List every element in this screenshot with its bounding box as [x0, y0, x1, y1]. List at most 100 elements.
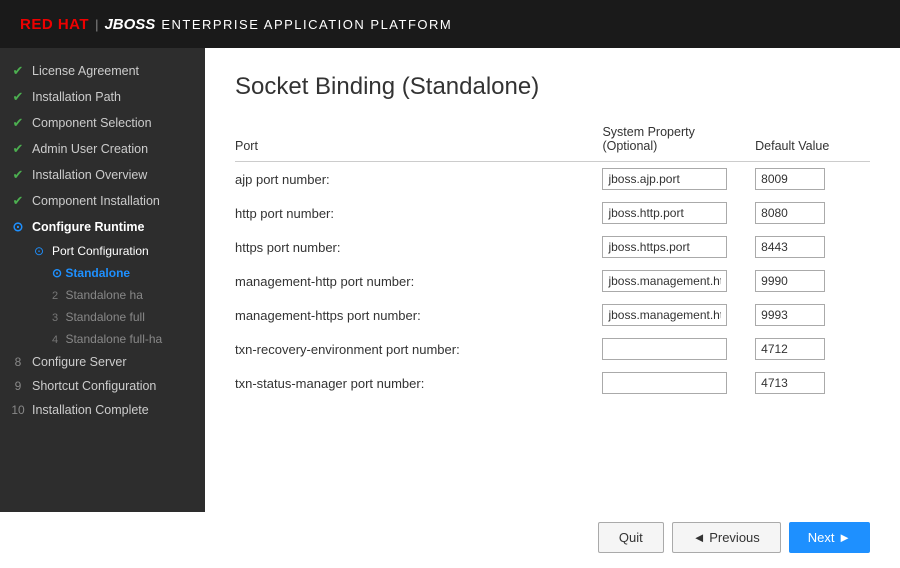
port-label-3: management-http port number:	[235, 264, 602, 298]
sidebar-item-component-selection[interactable]: ✔ Component Selection	[0, 110, 205, 136]
system-property-input-0[interactable]	[602, 162, 755, 197]
footer: Quit ◄ Previous Next ►	[0, 512, 900, 568]
num-10: 10	[10, 403, 26, 417]
port-label-1: http port number:	[235, 196, 602, 230]
brand-redhat: RED HAT	[20, 16, 89, 33]
sidebar-item-install-path[interactable]: ✔ Installation Path	[0, 84, 205, 110]
default-value-input-1[interactable]	[755, 196, 870, 230]
brand-rest: ENTERPRISE APPLICATION PLATFORM	[161, 17, 452, 32]
next-button[interactable]: Next ►	[789, 522, 870, 553]
brand-jboss: JBOSS	[104, 16, 155, 33]
check-icon-6: ✔	[10, 193, 26, 209]
col-system-property: System Property (Optional)	[602, 121, 755, 162]
num-9: 9	[10, 379, 26, 393]
default-value-field-4[interactable]	[755, 304, 825, 326]
sidebar-label-shortcut-config: Shortcut Configuration	[32, 379, 156, 393]
default-value-input-0[interactable]	[755, 162, 870, 197]
blue-circle-icon-2: ⊙	[32, 244, 46, 258]
sidebar-subsubitem-standalone-ha[interactable]: 2 Standalone ha	[0, 284, 205, 306]
sidebar: ✔ License Agreement ✔ Installation Path …	[0, 48, 205, 512]
system-property-field-1[interactable]	[602, 202, 727, 224]
default-value-field-3[interactable]	[755, 270, 825, 292]
table-row: txn-status-manager port number:	[235, 366, 870, 400]
default-value-input-5[interactable]	[755, 332, 870, 366]
sidebar-label-admin-user: Admin User Creation	[32, 142, 148, 156]
previous-button[interactable]: ◄ Previous	[672, 522, 781, 553]
check-icon-5: ✔	[10, 167, 26, 183]
sidebar-item-admin-user[interactable]: ✔ Admin User Creation	[0, 136, 205, 162]
sidebar-subsubitem-standalone-full-ha[interactable]: 4 Standalone full-ha	[0, 328, 205, 350]
system-property-field-2[interactable]	[602, 236, 727, 258]
default-value-field-1[interactable]	[755, 202, 825, 224]
system-property-input-6[interactable]	[602, 366, 755, 400]
default-value-field-6[interactable]	[755, 372, 825, 394]
sidebar-subsubitem-label-standalone: Standalone	[65, 266, 130, 280]
sidebar-item-install-overview[interactable]: ✔ Installation Overview	[0, 162, 205, 188]
system-property-field-3[interactable]	[602, 270, 727, 292]
check-icon-4: ✔	[10, 141, 26, 157]
sidebar-label-component-install: Component Installation	[32, 194, 160, 208]
table-row: txn-recovery-environment port number:	[235, 332, 870, 366]
default-value-field-5[interactable]	[755, 338, 825, 360]
page-title: Socket Binding (Standalone)	[235, 73, 870, 101]
system-property-input-2[interactable]	[602, 230, 755, 264]
system-property-field-0[interactable]	[602, 168, 727, 190]
brand-logo: RED HAT | JBOSS ENTERPRISE APPLICATION P…	[20, 16, 452, 33]
content-area: Socket Binding (Standalone) Port System …	[205, 48, 900, 512]
sidebar-label-component-selection: Component Selection	[32, 116, 152, 130]
system-property-input-4[interactable]	[602, 298, 755, 332]
sidebar-subsubitem-standalone-full[interactable]: 3 Standalone full	[0, 306, 205, 328]
port-label-5: txn-recovery-environment port number:	[235, 332, 602, 366]
port-label-2: https port number:	[235, 230, 602, 264]
port-table: Port System Property (Optional) Default …	[235, 121, 870, 400]
sidebar-item-install-complete[interactable]: 10 Installation Complete	[0, 398, 205, 422]
sidebar-subsubitem-standalone[interactable]: ⊙ Standalone	[0, 262, 205, 284]
sidebar-item-component-install[interactable]: ✔ Component Installation	[0, 188, 205, 214]
default-value-field-2[interactable]	[755, 236, 825, 258]
sidebar-sublabel-port-config: Port Configuration	[52, 244, 149, 258]
system-property-input-5[interactable]	[602, 332, 755, 366]
sidebar-label-license: License Agreement	[32, 64, 139, 78]
default-value-input-2[interactable]	[755, 230, 870, 264]
check-icon: ✔	[10, 63, 26, 79]
col-default-value: Default Value	[755, 121, 870, 162]
table-row: ajp port number:	[235, 162, 870, 197]
sidebar-item-configure-runtime[interactable]: ⊙ Configure Runtime	[0, 214, 205, 240]
num-3: 3	[52, 312, 58, 324]
num-8: 8	[10, 355, 26, 369]
default-value-field-0[interactable]	[755, 168, 825, 190]
quit-button[interactable]: Quit	[598, 522, 664, 553]
check-icon-3: ✔	[10, 115, 26, 131]
default-value-input-3[interactable]	[755, 264, 870, 298]
sidebar-label-install-complete: Installation Complete	[32, 403, 149, 417]
num-2: 2	[52, 290, 58, 302]
table-row: management-http port number:	[235, 264, 870, 298]
table-row: management-https port number:	[235, 298, 870, 332]
check-icon-2: ✔	[10, 89, 26, 105]
system-property-input-1[interactable]	[602, 196, 755, 230]
col-port: Port	[235, 121, 602, 162]
default-value-input-6[interactable]	[755, 366, 870, 400]
default-value-input-4[interactable]	[755, 298, 870, 332]
table-row: http port number:	[235, 196, 870, 230]
sidebar-label-configure-runtime: Configure Runtime	[32, 220, 145, 234]
header: RED HAT | JBOSS ENTERPRISE APPLICATION P…	[0, 0, 900, 48]
num-4: 4	[52, 334, 58, 346]
sidebar-label-configure-server: Configure Server	[32, 355, 127, 369]
blue-circle-icon-3: ⊙	[52, 266, 62, 280]
system-property-field-6[interactable]	[602, 372, 727, 394]
sidebar-item-configure-server[interactable]: 8 Configure Server	[0, 350, 205, 374]
port-label-0: ajp port number:	[235, 162, 602, 197]
blue-circle-icon: ⊙	[10, 219, 26, 235]
sidebar-label-install-overview: Installation Overview	[32, 168, 147, 182]
sidebar-subitem-port-config[interactable]: ⊙ Port Configuration	[0, 240, 205, 262]
table-row: https port number:	[235, 230, 870, 264]
sidebar-subsubitem-label-standalone-full-ha: Standalone full-ha	[65, 332, 162, 346]
system-property-field-4[interactable]	[602, 304, 727, 326]
sidebar-subsubitem-label-standalone-full: Standalone full	[65, 310, 144, 324]
system-property-field-5[interactable]	[602, 338, 727, 360]
port-label-4: management-https port number:	[235, 298, 602, 332]
sidebar-item-license[interactable]: ✔ License Agreement	[0, 58, 205, 84]
system-property-input-3[interactable]	[602, 264, 755, 298]
sidebar-item-shortcut-config[interactable]: 9 Shortcut Configuration	[0, 374, 205, 398]
